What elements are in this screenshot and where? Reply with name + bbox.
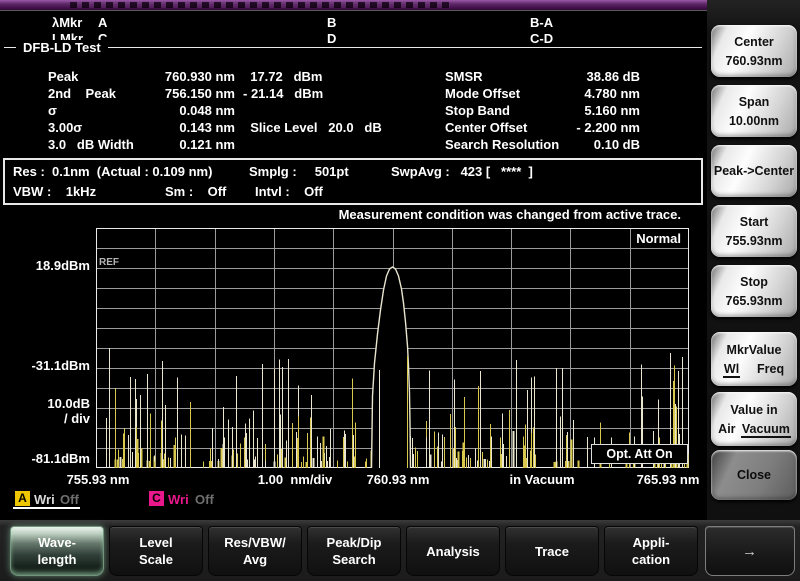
analysis-row-value: 17.72 dBm [243, 69, 322, 84]
marker-value-option-freq[interactable]: Freq [756, 362, 785, 376]
marker-cd-label: C-D [530, 31, 553, 46]
trace-a-state: Off [60, 492, 79, 507]
analysis-row-value: 756.150 nm [60, 86, 235, 101]
value-in-option-vacuum[interactable]: Vacuum [741, 422, 791, 436]
function-key-bar: Wave- length Level Scale Res/VBW/ Avg Pe… [0, 520, 800, 581]
vbw-setting: VBW : 1kHz [13, 184, 96, 199]
analysis-row-label: SMSR [445, 69, 483, 84]
marker-a-label: A [98, 15, 107, 30]
optical-attenuator-badge: Opt. Att On [591, 444, 688, 464]
stop-button-value: 765.93nm [711, 294, 797, 308]
screen-top-divider [0, 10, 707, 11]
y-axis-ref-label: 18.9dBm [0, 258, 90, 273]
analysis-row-value: 760.930 nm [60, 69, 235, 84]
spectrum-plot [96, 228, 689, 468]
analysis-row-value: 0.10 dB [480, 137, 640, 152]
peak-to-center-button[interactable]: Peak->Center [711, 145, 797, 197]
tab-wavelength[interactable]: Wave- length [10, 526, 104, 576]
trace-c-mode: Wri [168, 492, 189, 507]
analysis-row-value: 38.86 dB [480, 69, 640, 84]
y-axis-scale-label: 10.0dB [0, 396, 90, 411]
x-axis-stop-label: 765.93 nm [637, 472, 700, 487]
value-in-option-air[interactable]: Air [717, 422, 736, 436]
analysis-row-value: 0.143 nm [60, 120, 235, 135]
center-button[interactable]: Center 760.93nm [711, 25, 797, 77]
tab-res-vbw-avg[interactable]: Res/VBW/ Avg [208, 526, 302, 576]
more-keys-arrow-button[interactable]: → [705, 526, 795, 576]
x-axis-medium-label: in Vacuum [509, 472, 574, 487]
y-axis-scale-unit: / div [0, 411, 90, 426]
peak-to-center-label: Peak->Center [711, 164, 797, 178]
x-axis-start-label: 755.93 nm [67, 472, 130, 487]
marker-value-label: MkrValue [711, 343, 797, 357]
analysis-row-label: σ [48, 103, 57, 118]
status-message: Measurement condition was changed from a… [300, 207, 681, 222]
stop-button[interactable]: Stop 765.93nm [711, 265, 797, 317]
y-axis-bottom-label: -81.1dBm [0, 451, 90, 466]
analysis-row-value: - 2.200 nm [480, 120, 640, 135]
softkey-sidebar: Center 760.93nm Span 10.00nm Peak->Cente… [707, 0, 800, 581]
trace-c-state: Off [195, 492, 214, 507]
tab-peak-dip-search[interactable]: Peak/Dip Search [307, 526, 401, 576]
marker-b-label: B [327, 15, 336, 30]
analysis-row-value: 0.121 nm [60, 137, 235, 152]
analysis-row-value: Slice Level 20.0 dB [243, 120, 382, 135]
marker-ba-label: B-A [530, 15, 553, 30]
marker-d-label: D [327, 31, 336, 46]
stop-button-label: Stop [711, 275, 797, 289]
sweep-average: SwpAvg : 423 [ **** ] [391, 164, 533, 179]
marker-value-option-wl[interactable]: Wl [723, 362, 740, 376]
trace-c-badge[interactable]: C [149, 491, 164, 506]
tab-analysis[interactable]: Analysis [406, 526, 500, 576]
tab-application[interactable]: Appli- cation [604, 526, 698, 576]
trace-a-active-underline [13, 507, 80, 509]
osa-screen: 18:26:55 λMkr A B B-A LMkr C D C-D DFB-L… [0, 0, 800, 581]
interval-setting: Intvl : Off [255, 184, 323, 199]
analysis-row-value: 5.160 nm [480, 103, 640, 118]
sampling-setting: Smplg : 501pt [249, 164, 349, 179]
trace-mode-label: Normal [460, 231, 681, 246]
close-button-label: Close [711, 468, 797, 482]
span-button-value: 10.00nm [711, 114, 797, 128]
y-axis-mid-label: -31.1dBm [0, 358, 90, 373]
marker-value-button[interactable]: MkrValue Wl Freq [711, 332, 797, 386]
trace-a-mode: Wri [34, 492, 55, 507]
x-axis-scale-label: 1.00 nm/div [258, 472, 332, 487]
start-button-label: Start [711, 215, 797, 229]
tab-level-scale[interactable]: Level Scale [109, 526, 203, 576]
right-arrow-icon: → [742, 543, 758, 560]
start-button[interactable]: Start 755.93nm [711, 205, 797, 257]
span-button[interactable]: Span 10.00nm [711, 85, 797, 137]
marker-lambda-label: λMkr [52, 15, 82, 30]
window-title-bar [0, 0, 707, 10]
analysis-row-value: 4.780 nm [480, 86, 640, 101]
start-button-value: 755.93nm [711, 234, 797, 248]
ref-level-label: REF [99, 257, 119, 268]
sweep-settings-box: Res : 0.1nm (Actual : 0.109 nm) Smplg : … [3, 158, 703, 205]
center-button-label: Center [711, 35, 797, 49]
close-button[interactable]: Close [711, 450, 797, 500]
tab-trace[interactable]: Trace [505, 526, 599, 576]
analysis-row-value: 0.048 nm [60, 103, 235, 118]
center-button-value: 760.93nm [711, 54, 797, 68]
x-axis-center-label: 760.93 nm [367, 472, 430, 487]
value-in-label: Value in [711, 403, 797, 417]
span-button-label: Span [711, 95, 797, 109]
trace-a-badge[interactable]: A [15, 491, 30, 506]
section-title: DFB-LD Test [16, 40, 108, 55]
spectrum-trace [96, 228, 689, 468]
smoothing-setting: Sm : Off [165, 184, 226, 199]
value-in-button[interactable]: Value in Air Vacuum [711, 392, 797, 446]
section-rule [4, 47, 702, 48]
res-setting: Res : 0.1nm (Actual : 0.109 nm) [13, 164, 212, 179]
analysis-row-value: - 21.14 dBm [243, 86, 323, 101]
